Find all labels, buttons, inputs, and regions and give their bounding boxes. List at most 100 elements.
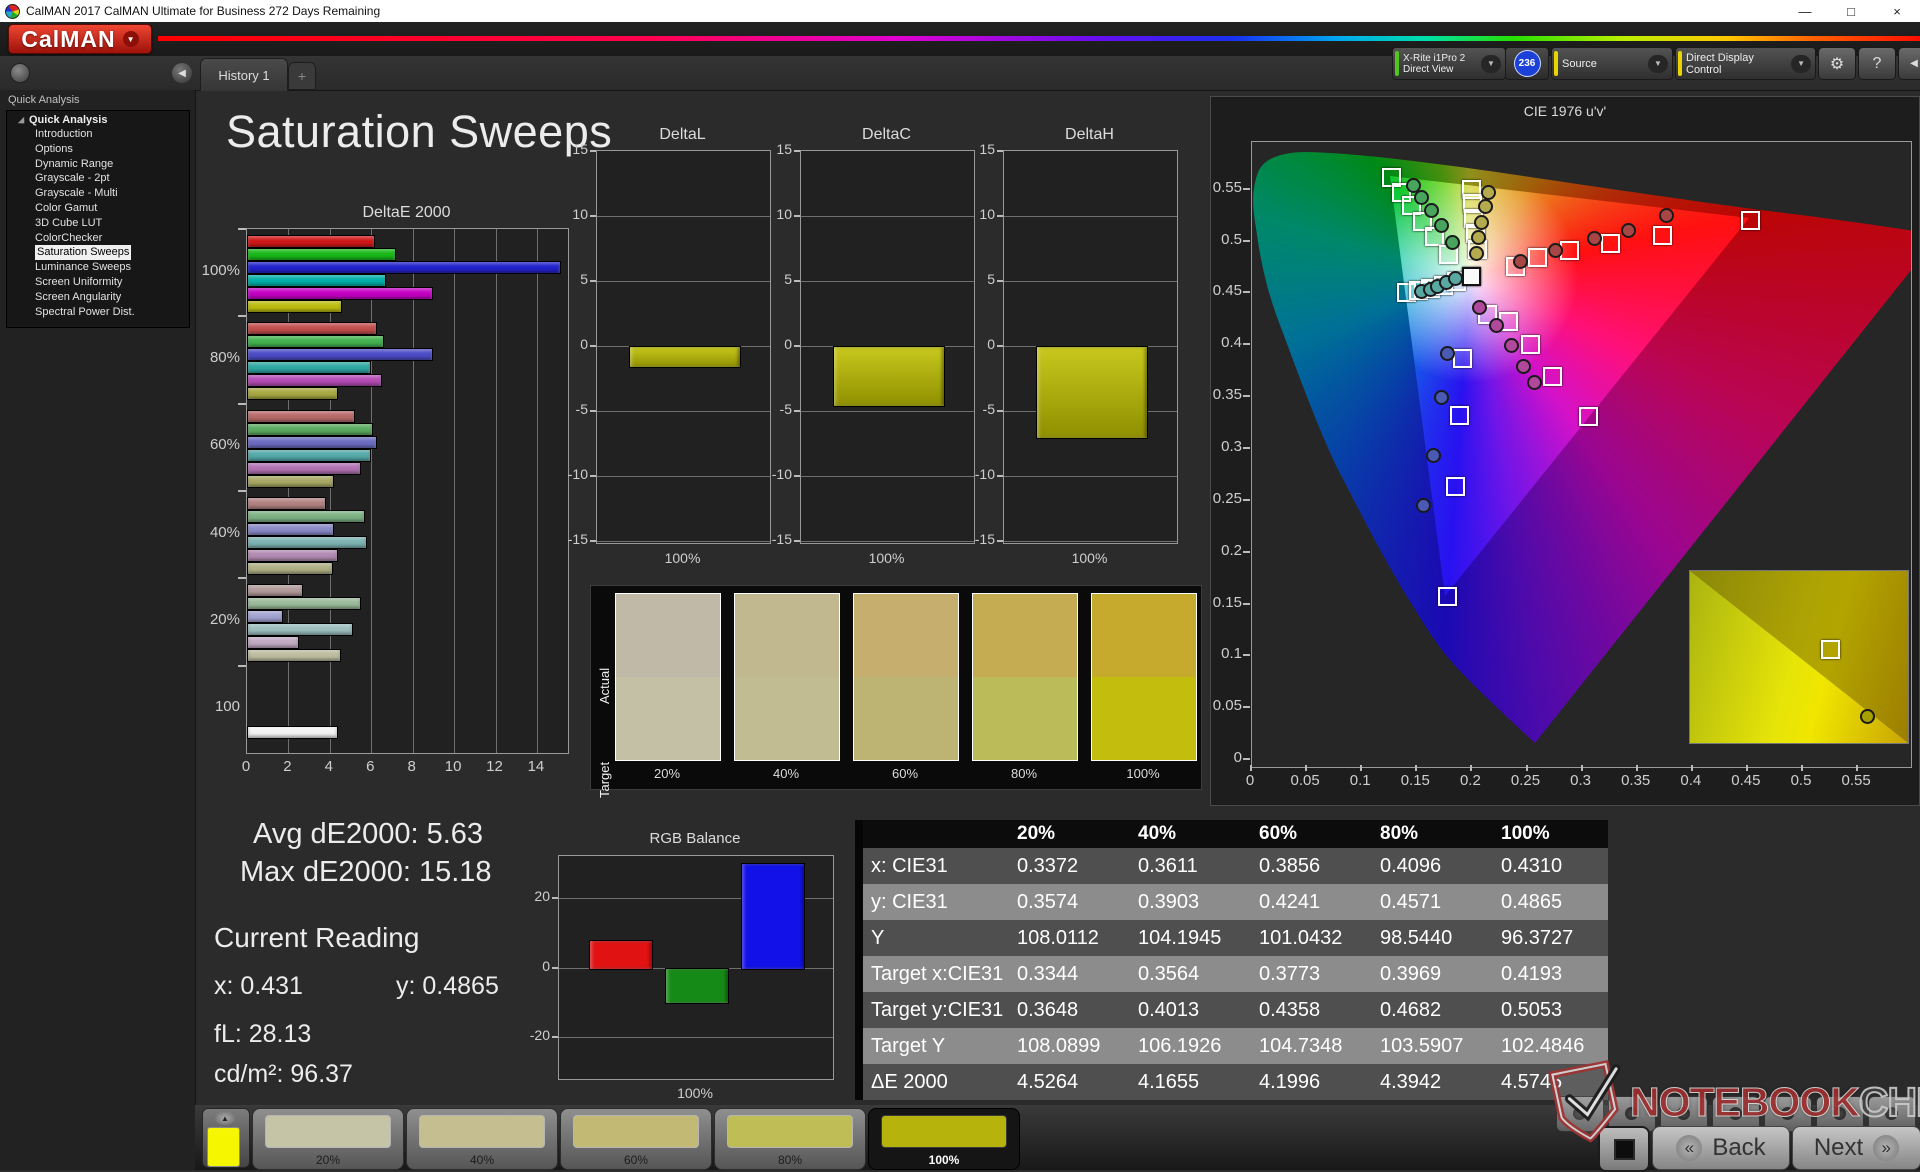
sidebar-item-options[interactable]: Options	[7, 142, 189, 157]
y-axis-tick-label: 0	[542, 957, 550, 974]
gridline	[801, 541, 974, 542]
y-axis-tick-label: -10	[771, 466, 792, 482]
results-table-column-header: 40%	[1138, 823, 1177, 844]
minimize-button[interactable]: —	[1782, 0, 1828, 22]
pattern-button-100%[interactable]: 100%	[868, 1108, 1020, 1170]
results-table-column-header: 100%	[1501, 823, 1550, 844]
cie-target-magenta	[1520, 335, 1540, 355]
pattern-button-40%[interactable]: 40%	[406, 1108, 558, 1170]
sidebar-item-3d-cube-lut[interactable]: 3D Cube LUT	[7, 216, 189, 231]
cie-x-tick-label: 0	[1245, 772, 1255, 789]
axis-tick	[590, 540, 596, 542]
panel-collapse-button[interactable]: ◀	[1898, 47, 1920, 80]
close-button[interactable]: ×	[1874, 0, 1920, 22]
sidebar-item-introduction[interactable]: Introduction	[7, 127, 189, 142]
cie-x-tick-label: 0.45	[1731, 772, 1761, 789]
axis-tick	[1360, 765, 1363, 771]
pattern-button-80%[interactable]: 80%	[714, 1108, 866, 1170]
axis-tick	[1243, 395, 1250, 398]
add-tab-button[interactable]: +	[288, 62, 316, 90]
chevron-down-icon: ▼	[122, 31, 139, 47]
window-title: CalMAN 2017 CalMAN Ultimate for Business…	[26, 4, 381, 18]
cie-x-tick-label: 0.1	[1349, 772, 1371, 789]
axis-tick	[590, 345, 596, 347]
tree-root[interactable]: Quick Analysis	[7, 111, 189, 127]
back-button[interactable]: « Back	[1652, 1126, 1790, 1170]
sidebar-item-screen-uniformity[interactable]: Screen Uniformity	[7, 275, 189, 290]
stop-measure-button[interactable]	[1598, 1126, 1650, 1172]
cie-measured-green	[1444, 234, 1460, 250]
deltae-bar-cyan	[247, 623, 353, 637]
axis-tick	[1243, 239, 1250, 242]
knob-icon	[1573, 1107, 1586, 1120]
sidebar-item-grayscale-multi[interactable]: Grayscale - Multi	[7, 186, 189, 201]
cell-value: 0.3773	[1259, 963, 1321, 985]
deltae-bar-cyan	[247, 274, 386, 287]
cie-measured-magenta	[1472, 299, 1488, 315]
deltae-bar-red	[247, 322, 378, 336]
axis-tick	[238, 664, 246, 667]
axis-tick	[1801, 765, 1803, 771]
next-button[interactable]: Next »	[1792, 1126, 1920, 1170]
cell-value: 0.4682	[1380, 999, 1442, 1021]
actual-swatch	[973, 594, 1077, 677]
cie-measured-yellow	[1477, 199, 1493, 215]
sidebar-item-label: Introduction	[35, 128, 93, 140]
sidebar-item-dynamic-range[interactable]: Dynamic Range	[7, 157, 189, 172]
x-axis-tick-label: 10	[444, 758, 462, 775]
axis-tick	[997, 540, 1003, 542]
results-table-column-header: 60%	[1259, 823, 1298, 844]
cie-measured-red	[1548, 242, 1564, 258]
gear-icon: ⚙	[1829, 55, 1845, 73]
source-dropdown[interactable]: Source ▼	[1551, 47, 1673, 80]
axis-tick	[794, 150, 800, 152]
display-control-label: Direct Display Control	[1686, 51, 1754, 76]
pattern-label: 60%	[623, 1153, 649, 1167]
cell-value: 0.4013	[1138, 999, 1200, 1021]
sidebar-item-saturation-sweeps[interactable]: Saturation Sweeps	[7, 245, 189, 261]
pattern-option-button[interactable]	[1556, 1096, 1604, 1132]
gridline	[801, 476, 974, 477]
workspace-dot-button[interactable]	[10, 63, 30, 83]
axis-tick	[1243, 654, 1250, 657]
deltae-bar-cyan	[247, 448, 372, 462]
y-axis-group-label: 80%	[209, 349, 240, 366]
deltae-bar-red	[247, 584, 303, 598]
y-axis-tick-label: 15	[979, 141, 995, 157]
meter-dropdown[interactable]: X-Rite i1Pro 2 Direct View ▼	[1392, 47, 1506, 80]
cell-value: 98.5440	[1380, 927, 1453, 949]
deltal-chart	[596, 150, 771, 544]
sidebar-collapse-button[interactable]: ◀	[172, 63, 192, 83]
y-axis-tick-label: 0	[784, 336, 792, 352]
sidebar: Quick Analysis Quick Analysis Introducti…	[0, 90, 196, 1170]
axis-tick	[1243, 343, 1250, 346]
sidebar-item-colorchecker[interactable]: ColorChecker	[7, 231, 189, 246]
axis-tick	[590, 280, 596, 282]
sidebar-item-grayscale-2pt[interactable]: Grayscale - 2pt	[7, 171, 189, 186]
current-pattern-swatch	[207, 1127, 240, 1167]
swatch-column-label: 20%	[653, 766, 681, 781]
sidebar-item-spectral-power-dist-[interactable]: Spectral Power Dist.	[7, 305, 189, 320]
restore-button[interactable]: □	[1828, 0, 1874, 22]
deltae-bar-cyan	[247, 361, 372, 375]
cie-x-tick-label: 0.5	[1790, 772, 1812, 789]
deltah-chart-title: DeltaH	[1065, 126, 1114, 143]
deltae2000-chart	[246, 228, 569, 754]
calman-logo-menu[interactable]: CalMAN ▼	[8, 24, 152, 54]
deltae-bar-blue	[247, 610, 284, 624]
settings-button[interactable]: ⚙	[1818, 47, 1856, 80]
sidebar-item-luminance-sweeps[interactable]: Luminance Sweeps	[7, 260, 189, 275]
pattern-button-60%[interactable]: 60%	[560, 1108, 712, 1170]
axis-tick	[1415, 765, 1418, 771]
table-row: y: CIE31 0.3574 0.3903 0.4241 0.4571 0.4865	[863, 884, 1608, 920]
pattern-button-20%[interactable]: 20%	[252, 1108, 404, 1170]
tab-history-1[interactable]: History 1	[200, 58, 288, 91]
pattern-label: 100%	[928, 1153, 960, 1167]
display-control-dropdown[interactable]: Direct Display Control ▼	[1675, 47, 1816, 80]
sidebar-item-screen-angularity[interactable]: Screen Angularity	[7, 290, 189, 305]
cie-target-magenta	[1579, 406, 1598, 426]
help-button[interactable]: ?	[1858, 47, 1896, 80]
cie-target-red	[1528, 248, 1548, 268]
chevron-down-icon: ▼	[1481, 54, 1501, 73]
sidebar-item-color-gamut[interactable]: Color Gamut	[7, 201, 189, 216]
